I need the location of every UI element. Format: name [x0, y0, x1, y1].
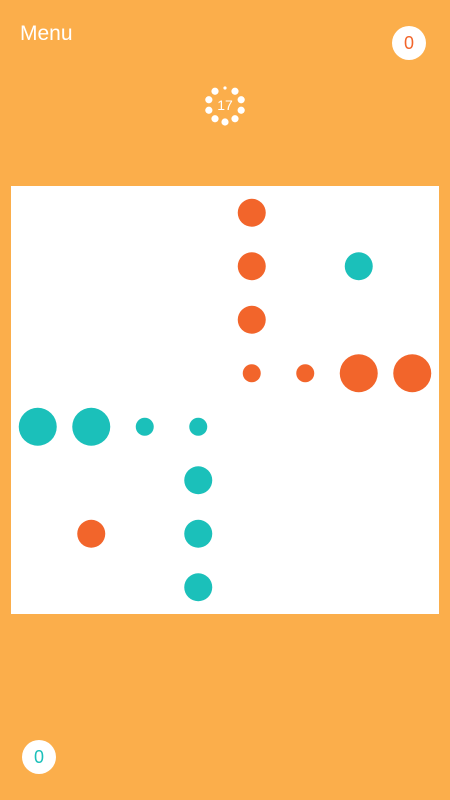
- teal-dot[interactable]: [184, 519, 213, 548]
- teal-dot[interactable]: [18, 407, 57, 446]
- orange-dot[interactable]: [393, 354, 432, 393]
- timer-value: 17: [217, 97, 233, 113]
- game-board[interactable]: [11, 186, 439, 614]
- teal-dot[interactable]: [184, 466, 213, 495]
- teal-dot[interactable]: [72, 407, 111, 446]
- menu-button[interactable]: Menu: [20, 22, 73, 46]
- orange-dot[interactable]: [77, 519, 106, 548]
- orange-dot[interactable]: [237, 252, 266, 281]
- player-score-badge: 0: [22, 740, 56, 774]
- teal-dot[interactable]: [135, 417, 154, 436]
- opponent-score-badge: 0: [392, 26, 426, 60]
- teal-dot[interactable]: [189, 417, 208, 436]
- orange-dot[interactable]: [339, 354, 378, 393]
- orange-dot[interactable]: [237, 198, 266, 227]
- opponent-score-value: 0: [403, 32, 414, 53]
- teal-dot[interactable]: [184, 573, 213, 602]
- teal-dot[interactable]: [344, 252, 373, 281]
- board-dots: [18, 198, 432, 602]
- orange-dot[interactable]: [237, 305, 266, 334]
- turn-timer: 17: [200, 82, 250, 128]
- player-score-value: 0: [33, 746, 44, 767]
- orange-dot[interactable]: [242, 364, 261, 383]
- orange-dot[interactable]: [296, 364, 315, 383]
